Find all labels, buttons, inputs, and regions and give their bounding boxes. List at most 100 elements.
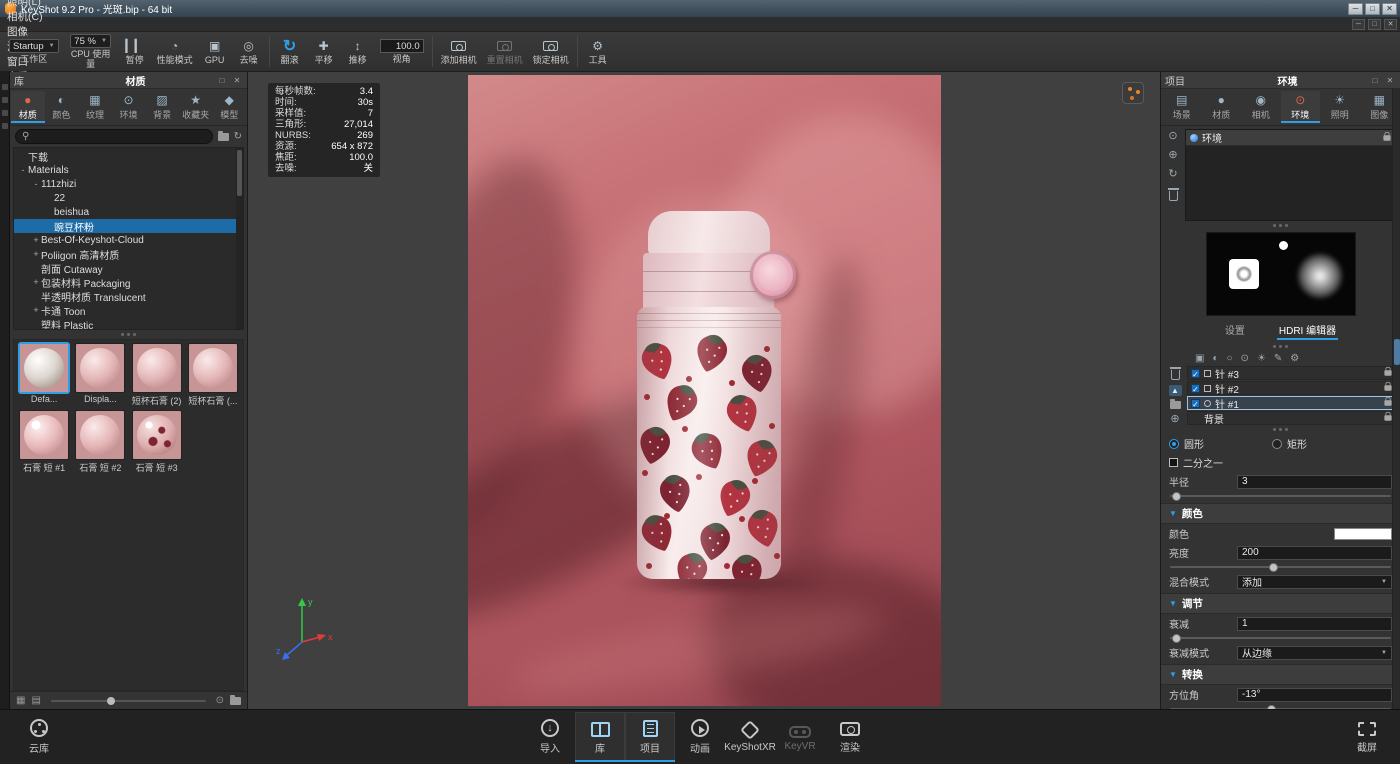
tree-item[interactable]: beishua [14,205,243,219]
ribbon-KeyShotXR-button[interactable]: KeyShotXR [725,712,775,762]
mdi-restore-button[interactable]: □ [1368,19,1381,30]
library-tab-背景[interactable]: ▨背景 [145,91,179,123]
hdri-preview[interactable] [1206,232,1356,316]
ribbon-渲染-button[interactable]: 渲染 [825,712,875,762]
tree-expander-icon[interactable]: - [31,179,41,189]
material-thumbnail[interactable]: 短杯石膏 (2) [130,343,184,407]
falloff-slider[interactable] [1161,633,1400,643]
lock-camera-button[interactable]: 锁定相机 [528,33,574,70]
azimuth-input[interactable] [1237,688,1392,702]
dock-handle-icon[interactable] [2,84,8,90]
splitter-dots[interactable] [10,330,247,339]
refresh-icon[interactable]: ↻ [234,131,242,142]
project-tab-相机[interactable]: ◉相机 [1241,91,1281,123]
dock-handle-icon[interactable] [2,110,8,116]
minimize-button[interactable]: ─ [1348,3,1363,15]
ribbon-导入-button[interactable]: 导入 [525,712,575,762]
environment-list-item[interactable]: 环境 [1186,130,1395,146]
tree-item[interactable]: 豌豆杯粉 [14,219,243,233]
brightness-slider[interactable] [1161,562,1400,572]
radius-slider[interactable] [1161,491,1400,501]
tree-expander-icon[interactable]: - [18,165,28,175]
tree-scrollbar[interactable] [236,148,243,329]
library-tab-收藏夹[interactable]: ★收藏夹 [179,91,213,123]
delete-pin-icon[interactable] [1171,370,1180,380]
splitter-dots[interactable] [1161,425,1400,434]
lock-icon[interactable] [1383,135,1390,140]
menu-照明(L)[interactable]: 照明(L) [0,0,50,9]
export-pin-icon[interactable] [1170,401,1181,409]
environment-sphere-icon[interactable]: ⊙ [1168,131,1177,142]
dolly-button[interactable]: ↕ 推移 [341,33,375,70]
environment-list[interactable]: 环境 [1185,129,1396,221]
radius-input[interactable] [1237,475,1392,489]
pan-button[interactable]: ✚ 平移 [307,33,341,70]
half-sphere-icon[interactable]: ◐ [1212,353,1218,364]
cpu-usage-select[interactable]: 75 %▼ CPU 使用量 [64,33,118,70]
fov-field[interactable]: 视角 [375,33,429,70]
pin-visibility-checkbox[interactable]: ✓ [1191,399,1200,408]
material-thumbnail[interactable]: Displa... [73,343,127,407]
tumble-button[interactable]: ↻ 翻滚 [273,33,307,70]
reset-camera-button[interactable]: 重置相机 [482,33,528,70]
tree-expander-icon[interactable]: + [31,235,41,245]
pin-row-背景[interactable]: 背景 [1187,411,1396,425]
falloff-mode-dropdown[interactable]: 从边缘 ▼ [1237,646,1392,660]
close-panel-icon[interactable]: ✕ [231,75,243,86]
duplicate-environment-icon[interactable]: ↻ [1168,169,1177,180]
splitter-dots[interactable] [1161,221,1400,230]
shape-circle-radio[interactable] [1169,439,1179,449]
edit-pin-icon[interactable]: ✎ [1274,353,1282,364]
color-swatch[interactable] [1334,528,1392,540]
pin-row-针 #1[interactable]: ✓针 #1 [1187,396,1396,410]
project-tab-环境[interactable]: ⊙环境 [1281,91,1321,123]
fov-input[interactable] [380,39,424,53]
add-camera-button[interactable]: 添加相机 [436,33,482,70]
menu-相机(C)[interactable]: 相机(C) [0,9,50,24]
library-tab-模型[interactable]: ◆模型 [212,91,246,123]
list-view-icon[interactable]: ▤ [31,696,40,706]
half-checkbox[interactable] [1169,458,1178,467]
project-panel-scrollbar[interactable] [1392,89,1400,709]
gpu-button[interactable]: ▣ GPU [198,33,232,70]
undock-panel-icon[interactable]: □ [216,75,228,86]
shape-rect-radio[interactable] [1272,439,1282,449]
circle-pin-icon[interactable]: ○ [1227,353,1233,364]
tree-item[interactable]: +Best-Of-Keyshot-Cloud [14,233,243,247]
heads-up-display-icon[interactable] [1122,82,1144,104]
preview-sphere-icon[interactable]: ⊙ [216,696,224,706]
pin-visibility-checkbox[interactable]: ✓ [1191,384,1200,393]
move-pin-up-icon[interactable]: ▲ [1169,385,1182,396]
library-tab-环境[interactable]: ⊙环境 [112,91,146,123]
grid-view-icon[interactable]: ▦ [16,696,25,706]
workspace-select[interactable]: Startup▼ 工作区 [4,33,64,70]
ribbon-库-button[interactable]: 库 [575,712,625,762]
thumbnail-size-slider[interactable] [51,700,206,702]
library-tab-纹理[interactable]: ▦纹理 [78,91,112,123]
tree-item[interactable]: +卡通 Toon [14,303,243,317]
pin-row-针 #3[interactable]: ✓针 #3 [1187,366,1396,380]
cloud-library-button[interactable]: 云库 [14,712,64,762]
tree-item[interactable]: 塑料 Plastic [14,317,243,330]
sun-pin-icon[interactable]: ☀ [1257,353,1266,364]
rendered-scene[interactable] [468,75,941,706]
tree-item[interactable]: 半透明材质 Translucent [14,289,243,303]
tree-item[interactable]: +包装材料 Packaging [14,275,243,289]
add-environment-icon[interactable]: ⊕ [1168,150,1177,161]
pin-visibility-checkbox[interactable]: ✓ [1191,369,1200,378]
tree-item[interactable]: 22 [14,191,243,205]
sphere-pin-icon[interactable]: ⊙ [1241,353,1249,364]
tree-expander-icon[interactable]: + [31,249,41,259]
hdri-pin-highlight[interactable] [1229,259,1259,289]
splitter-dots[interactable] [1161,342,1400,351]
falloff-input[interactable] [1237,617,1392,631]
material-thumbnail[interactable]: 短杯石膏 (... [186,343,240,407]
material-thumbnail[interactable]: Defa... [17,343,71,407]
tree-item[interactable]: -111zhizi [14,177,243,191]
realtime-viewport[interactable]: 每秒帧数:3.4时间:30s采样值:7三角形:27,014NURBS:269资源… [248,72,1160,709]
brightness-input[interactable] [1237,546,1392,560]
select-all-pins-icon[interactable]: ▣ [1195,353,1204,364]
undock-panel-icon[interactable]: □ [1369,75,1381,86]
project-tab-材质[interactable]: ●材质 [1202,91,1242,123]
axis-gizmo[interactable]: yxz [274,592,340,669]
